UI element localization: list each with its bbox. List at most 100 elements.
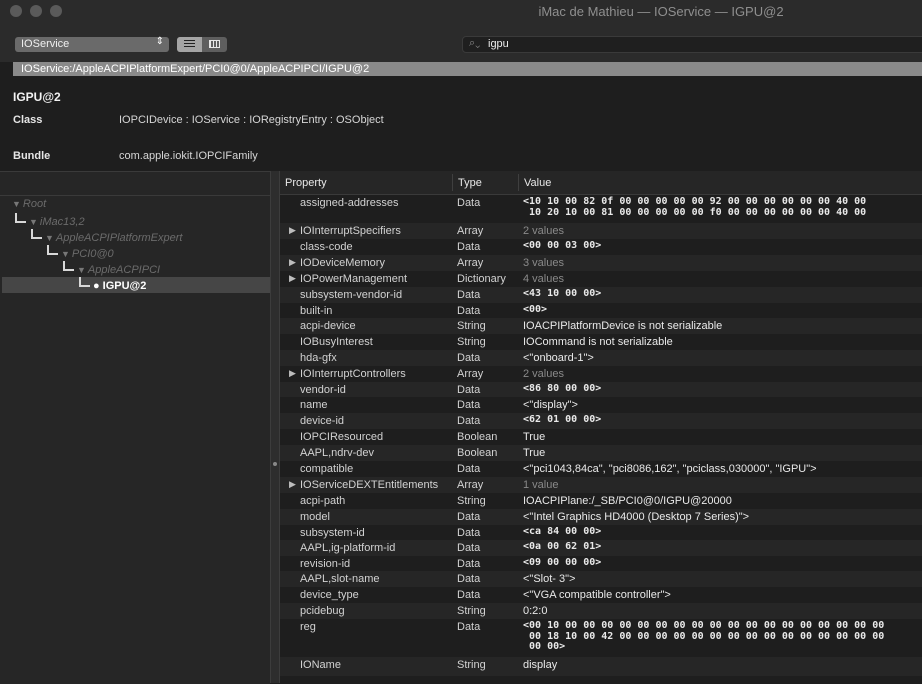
list-view-icon — [184, 40, 195, 48]
table-row[interactable]: vendor-id Data <86 80 00 00> — [280, 382, 922, 397]
table-row[interactable]: subsystem-id Data <ca 84 00 00> — [280, 525, 922, 540]
table-row[interactable]: model Data <"Intel Graphics HD4000 (Deskto… — [280, 509, 922, 525]
property-type: Boolean — [457, 431, 498, 443]
tree-node-igpu[interactable]: ● IGPU@2 — [79, 277, 146, 292]
property-type: Data — [457, 305, 481, 317]
property-type: Data — [457, 589, 481, 601]
list-view-button[interactable] — [177, 37, 202, 52]
column-view-button[interactable] — [202, 37, 227, 52]
property-value: <"VGA compatible controller"> — [523, 589, 671, 601]
search-field[interactable]: ⌕⌄ igpu — [462, 36, 922, 53]
property-name: AAPL,slot-name — [300, 573, 380, 585]
property-name: IOPCIResourced — [300, 431, 384, 443]
table-row[interactable]: compatible Data <"pci1043,84ca", "pci8086,… — [280, 461, 922, 477]
property-value: IOCommand is not serializable — [523, 336, 673, 348]
property-value: <"Slot- 3"> — [523, 573, 576, 585]
column-header-type[interactable]: Type — [458, 177, 482, 189]
table-row[interactable]: IOBusyInterest String IOCommand is not ser… — [280, 334, 922, 350]
tree-node-pci0[interactable]: ▼ PCI0@0 — [47, 245, 114, 260]
class-value: IOPCIDevice : IOService : IORegistryEntr… — [119, 114, 384, 126]
object-title: IGPU@2 — [13, 90, 61, 104]
disclosure-triangle-icon[interactable]: ▶ — [289, 368, 296, 379]
property-name: subsystem-vendor-id — [300, 289, 403, 301]
property-name: reg — [300, 621, 316, 633]
tree-node-root[interactable]: ▼ Root — [12, 197, 46, 212]
column-header-value[interactable]: Value — [524, 177, 551, 189]
table-row[interactable]: revision-id Data <09 00 00 00> — [280, 556, 922, 571]
table-row[interactable]: device-id Data <62 01 00 00> — [280, 413, 922, 429]
disclosure-triangle-icon[interactable]: ▶ — [289, 479, 296, 490]
property-type: Boolean — [457, 447, 498, 459]
property-value: True — [523, 447, 546, 459]
tree-node-platform-expert[interactable]: ▼ AppleACPIPlatformExpert — [31, 229, 182, 244]
tree-elbow-icon — [15, 213, 26, 223]
tree-node-acpipci[interactable]: ▼ AppleACPIPCI — [63, 261, 160, 276]
property-type: Dictionary — [457, 273, 506, 285]
property-name: AAPL,ndrv-dev — [300, 447, 374, 459]
table-row[interactable]: subsystem-vendor-id Data <43 10 00 00> — [280, 287, 922, 303]
table-row[interactable]: acpi-path String IOACPIPlane:/_SB/PCI0@0/I… — [280, 493, 922, 509]
split-view-divider[interactable] — [270, 171, 280, 683]
table-row[interactable]: IOName String display — [280, 657, 922, 676]
view-mode-segmented-control[interactable] — [177, 37, 227, 52]
bundle-value: com.apple.iokit.IOPCIFamily — [119, 150, 258, 162]
table-row[interactable]: device_type Data <"VGA compatible controll… — [280, 587, 922, 603]
table-row[interactable]: ▶ IODeviceMemory Array 3 values — [280, 255, 922, 271]
disclosure-triangle-icon[interactable]: ▶ — [289, 257, 296, 268]
column-header-property[interactable]: Property — [285, 177, 327, 189]
table-row[interactable]: hda-gfx Data <"onboard-1"> — [280, 350, 922, 366]
toolbar: IOService ⇕ ⌕⌄ igpu — [0, 22, 922, 62]
property-name: name — [300, 399, 328, 411]
table-row[interactable]: pcidebug String 0:2:0 — [280, 603, 922, 619]
leaf-dot-icon: ● — [93, 280, 100, 292]
table-row[interactable]: ▶ IOServiceDEXTEntitlements Array 1 value — [280, 477, 922, 493]
table-row[interactable]: class-code Data <00 00 03 00> — [280, 239, 922, 255]
table-row[interactable]: AAPL,ndrv-dev Boolean True — [280, 445, 922, 461]
table-row[interactable]: IOPCIResourced Boolean True — [280, 429, 922, 445]
property-value: 1 value — [523, 479, 559, 491]
property-name: IOName — [300, 659, 341, 671]
property-name: pcidebug — [300, 605, 345, 617]
table-row[interactable]: built-in Data <00> — [280, 303, 922, 318]
property-type: String — [457, 659, 486, 671]
property-type: String — [457, 495, 486, 507]
table-row[interactable]: assigned-addresses Data <10 10 00 82 0f 00… — [280, 195, 922, 223]
window-title: iMac de Mathieu — IOService — IGPU@2 — [538, 4, 784, 19]
table-row[interactable]: ▶ IOPowerManagement Dictionary 4 values — [280, 271, 922, 287]
property-type: Data — [457, 463, 481, 475]
property-value: <00> — [523, 304, 548, 315]
table-row[interactable]: ▶ IOInterruptControllers Array 2 values — [280, 366, 922, 382]
property-type: Array — [457, 225, 484, 237]
property-name: device_type — [300, 589, 359, 601]
property-value: <"pci1043,84ca", "pci8086,162", "pciclas… — [523, 463, 817, 475]
property-type: Data — [457, 384, 481, 396]
property-name: class-code — [300, 241, 353, 253]
table-row[interactable]: name Data <"display"> — [280, 397, 922, 413]
property-name: subsystem-id — [300, 527, 365, 539]
object-info-panel: IGPU@2 Class IOPCIDevice : IOService : I… — [0, 78, 922, 171]
property-name: IOInterruptSpecifiers — [300, 225, 401, 237]
tree-node-imac[interactable]: ▼ iMac13,2 — [15, 213, 85, 228]
table-row[interactable]: ▶ IOInterruptSpecifiers Array 2 values — [280, 223, 922, 239]
plane-select[interactable]: IOService ⇕ — [15, 36, 169, 52]
property-name: device-id — [300, 415, 345, 427]
property-type: Data — [457, 241, 481, 253]
table-row[interactable]: acpi-device String IOACPIPlatformDevice is… — [280, 318, 922, 334]
property-value: 3 values — [523, 257, 564, 269]
table-row[interactable]: reg Data <00 10 00 00 00 00 00 00 00 00 00… — [280, 619, 922, 657]
table-row[interactable]: AAPL,slot-name Data <"Slot- 3"> — [280, 571, 922, 587]
search-input[interactable]: igpu — [488, 38, 509, 50]
table-row[interactable]: AAPL,ig-platform-id Data <0a 00 62 01> — [280, 540, 922, 556]
property-type: Array — [457, 257, 484, 269]
properties-table: Property Type Value assigned-addresses Da… — [280, 171, 922, 683]
disclosure-triangle-icon[interactable]: ▶ — [289, 273, 296, 284]
property-type: Data — [457, 621, 481, 633]
property-name: built-in — [300, 305, 333, 317]
property-value: display — [523, 659, 558, 671]
tree-elbow-icon — [31, 229, 42, 239]
disclosure-triangle-icon[interactable]: ▶ — [289, 225, 296, 236]
property-name: acpi-device — [300, 320, 356, 332]
property-name: IOBusyInterest — [300, 336, 373, 348]
property-type: Data — [457, 289, 481, 301]
property-type: Data — [457, 415, 481, 427]
